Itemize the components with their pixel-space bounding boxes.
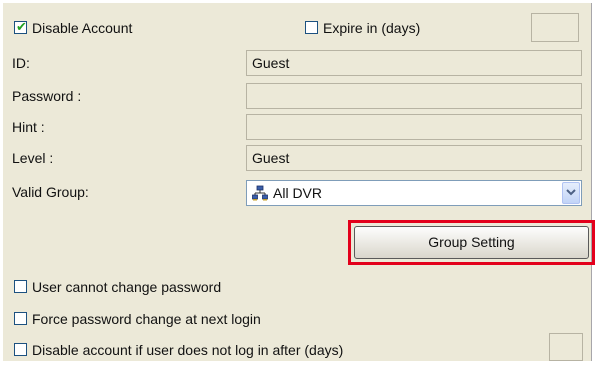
expire-days-input[interactable] bbox=[531, 13, 579, 42]
disable-account-label: Disable Account bbox=[32, 20, 133, 36]
hint-field[interactable] bbox=[246, 114, 582, 140]
level-field: Guest bbox=[246, 145, 582, 171]
dropdown-button[interactable] bbox=[562, 182, 580, 204]
force-password-change-label: Force password change at next login bbox=[32, 311, 261, 327]
valid-group-label: Valid Group: bbox=[12, 184, 89, 200]
disable-inactive-days-input[interactable] bbox=[549, 333, 583, 361]
check-icon: ✔ bbox=[16, 19, 27, 34]
account-settings-panel: ✔ Disable Account Expire in (days) ID: G… bbox=[3, 3, 595, 361]
valid-group-select[interactable]: All DVR bbox=[246, 180, 582, 206]
disable-inactive-label: Disable account if user does not log in … bbox=[32, 342, 344, 358]
expire-checkbox[interactable] bbox=[305, 21, 318, 34]
password-field[interactable] bbox=[246, 83, 582, 109]
password-label: Password : bbox=[12, 88, 82, 104]
id-field: Guest bbox=[246, 50, 582, 76]
hint-label: Hint : bbox=[12, 119, 45, 135]
cannot-change-password-label: User cannot change password bbox=[32, 279, 222, 295]
disable-inactive-checkbox[interactable] bbox=[14, 343, 27, 356]
chevron-down-icon bbox=[566, 187, 576, 200]
cannot-change-password-checkbox[interactable] bbox=[14, 280, 27, 293]
dvr-group-icon bbox=[252, 185, 268, 204]
disable-account-checkbox[interactable]: ✔ bbox=[14, 19, 27, 34]
level-label: Level : bbox=[12, 150, 54, 166]
valid-group-value: All DVR bbox=[273, 185, 323, 201]
id-label: ID: bbox=[12, 55, 30, 71]
force-password-change-checkbox[interactable] bbox=[14, 312, 27, 325]
group-setting-button[interactable]: Group Setting bbox=[354, 226, 589, 259]
expire-label: Expire in (days) bbox=[323, 20, 421, 36]
